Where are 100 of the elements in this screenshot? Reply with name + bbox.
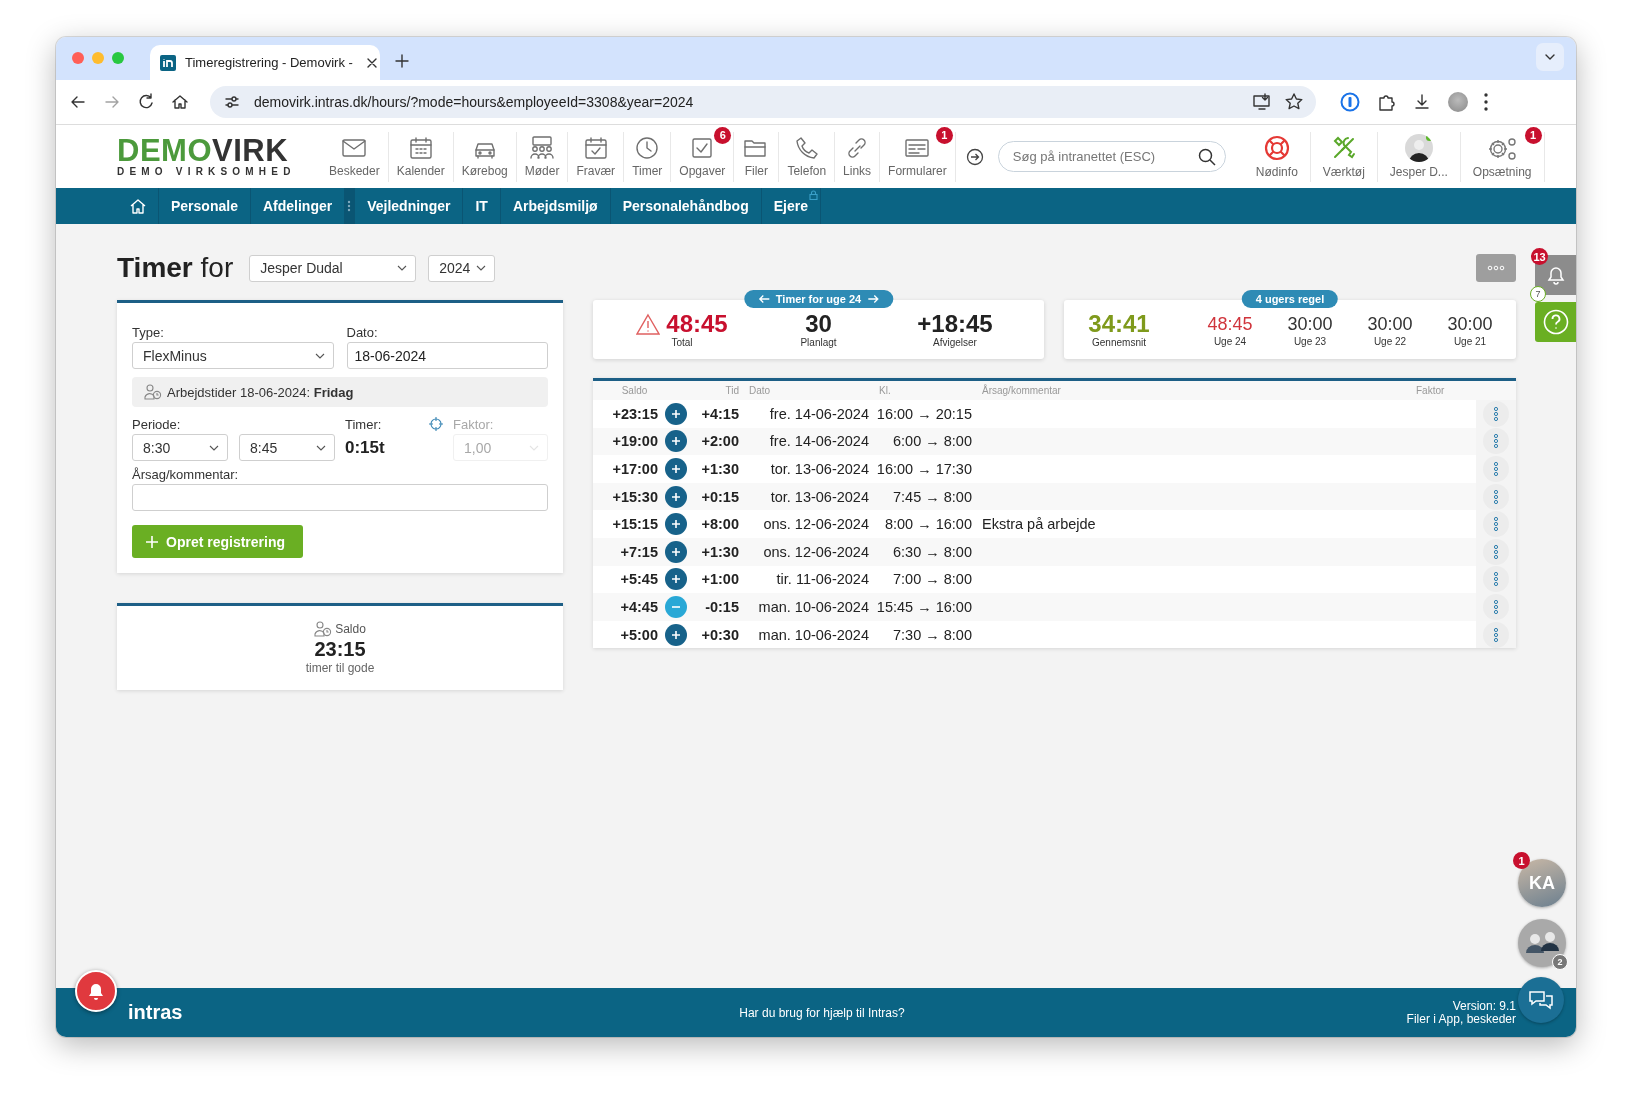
balance-cell-text: +5:45 bbox=[619, 571, 658, 588]
row-menu-button[interactable] bbox=[1483, 483, 1509, 510]
count-badge: 7 bbox=[1530, 286, 1546, 302]
plus-circle-button[interactable] bbox=[665, 458, 687, 480]
week-switcher[interactable]: Timer for uge 24 bbox=[743, 290, 894, 308]
app-shortcut[interactable]: Beskeder bbox=[321, 131, 389, 182]
date-field[interactable]: 18-06-2024 bbox=[346, 342, 548, 369]
comment-cell-text: Ekstra på arbejde bbox=[981, 516, 1097, 533]
row-menu-button[interactable] bbox=[1483, 593, 1509, 620]
app-shortcut[interactable]: Filer bbox=[734, 131, 780, 182]
app-shortcut[interactable]: Kørebog bbox=[453, 131, 517, 182]
plus-circle-button[interactable] bbox=[665, 430, 687, 453]
count-badge: 13 bbox=[1531, 248, 1548, 265]
plus-circle-button[interactable] bbox=[665, 513, 687, 536]
date-cell-text: fre. 14-06-2024 bbox=[768, 433, 869, 450]
puzzle-icon bbox=[1376, 92, 1396, 112]
help-link[interactable]: Har du brug for hjælp til Intras? bbox=[739, 1005, 905, 1020]
toolbar-item[interactable]: Værktøj bbox=[1310, 131, 1378, 182]
row-menu-button[interactable] bbox=[1483, 621, 1509, 648]
lifebuoy-icon bbox=[1262, 134, 1291, 162]
footer-logo: intras bbox=[128, 1001, 184, 1024]
balance-cell-text: +17:00 bbox=[611, 461, 658, 477]
balance-cell-text: +23:15 bbox=[611, 405, 658, 422]
app-shortcut[interactable]: Opgaver 6 bbox=[671, 131, 735, 182]
app-shortcut[interactable]: Links bbox=[835, 131, 881, 182]
row-menu-button[interactable] bbox=[1483, 456, 1509, 482]
employee-select[interactable]: Jesper Dudal bbox=[249, 254, 417, 282]
field-label: Dato: bbox=[346, 325, 379, 341]
stat-label: Planlagt bbox=[800, 337, 837, 348]
new-tab-button[interactable] bbox=[392, 51, 412, 71]
time-cell-text: +1:00 bbox=[700, 571, 739, 588]
chevron-down-icon bbox=[476, 265, 487, 271]
week-hours: 30:00 bbox=[1447, 313, 1493, 336]
nav-link[interactable]: Personalehåndbog bbox=[610, 188, 762, 224]
row-menu-button[interactable] bbox=[1483, 511, 1509, 538]
clock-cell-text: 6:30 → 8:00 bbox=[892, 543, 972, 560]
nav-link[interactable]: Afdelinger bbox=[250, 188, 356, 224]
row-menu-button[interactable] bbox=[1483, 428, 1509, 455]
group-avatar[interactable] bbox=[1518, 919, 1566, 967]
stat-label: Uge 23 bbox=[1293, 336, 1327, 347]
time-cell-text: +8:00 bbox=[700, 516, 739, 533]
clock-cell-text: 7:00 → 8:00 bbox=[892, 571, 972, 588]
address-field[interactable]: demovirk.intras.dk/hours/?mode=hours&employeeId=3308&year=2024 bbox=[210, 86, 1316, 118]
app-shortcut[interactable]: Kalender bbox=[388, 131, 454, 182]
row-menu-button[interactable] bbox=[1483, 566, 1509, 593]
plus-circle-button[interactable] bbox=[665, 485, 687, 508]
time-cell-text: +0:30 bbox=[700, 626, 739, 643]
help-button[interactable] bbox=[1535, 302, 1576, 342]
stat-value: 48:45 bbox=[666, 311, 728, 337]
dots-icon bbox=[1487, 265, 1505, 271]
app-shortcut[interactable]: Telefon bbox=[779, 131, 836, 182]
comment-field[interactable] bbox=[132, 484, 548, 511]
balance-cell-text: +15:15 bbox=[611, 516, 658, 533]
row-menu-button[interactable] bbox=[1483, 400, 1509, 427]
toolbar-item[interactable]: Jesper D... bbox=[1377, 131, 1461, 182]
count-badge: 2 bbox=[1552, 954, 1568, 970]
app-shortcut[interactable]: Fravær bbox=[568, 131, 625, 182]
type-select[interactable]: FlexMinus bbox=[132, 342, 334, 369]
chevron-down-icon bbox=[314, 352, 325, 359]
nav-link[interactable]: IT bbox=[463, 188, 501, 224]
year-select[interactable]: 2024 bbox=[428, 254, 496, 282]
app-shortcut[interactable]: Møder bbox=[516, 131, 569, 182]
hours-value: 0:15t bbox=[345, 437, 386, 459]
search-icon bbox=[1196, 147, 1217, 167]
profile-avatar[interactable] bbox=[1448, 92, 1468, 112]
home-button[interactable] bbox=[170, 92, 190, 112]
column-header: Saldo bbox=[620, 385, 649, 396]
toolbar-item[interactable]: Opsætning 1 bbox=[1460, 131, 1545, 182]
plus-circle-button[interactable] bbox=[665, 540, 687, 563]
date-cell-text: tor. 13-06-2024 bbox=[769, 488, 869, 505]
search-field[interactable]: Søg på intranettet (ESC) bbox=[997, 141, 1226, 172]
nav-link[interactable]: Ejere bbox=[761, 188, 821, 224]
plus-circle-button[interactable] bbox=[665, 568, 687, 591]
week-hours: 30:00 bbox=[1367, 313, 1413, 336]
alert-button[interactable] bbox=[75, 970, 117, 1012]
column-header: Årsag/kommentar bbox=[981, 385, 1062, 396]
app-shortcut[interactable]: Timer bbox=[624, 131, 672, 182]
plus-circle-button[interactable] bbox=[665, 402, 687, 425]
dots-icon bbox=[1493, 626, 1499, 643]
field-label: Faktor: bbox=[453, 417, 495, 433]
tab-list-button[interactable] bbox=[1536, 43, 1564, 71]
plus-circle-button[interactable] bbox=[665, 623, 687, 646]
person-clock-icon bbox=[144, 384, 162, 400]
chat-button[interactable] bbox=[1518, 977, 1564, 1023]
notifications-button[interactable] bbox=[1535, 255, 1576, 295]
stat-label: Gennemsnit bbox=[1092, 337, 1146, 348]
time-select[interactable]: 8:30 bbox=[132, 434, 228, 461]
more-apps-button[interactable] bbox=[965, 147, 984, 166]
page-title: Timer for bbox=[117, 252, 234, 284]
row-menu-button[interactable] bbox=[1483, 538, 1509, 565]
toolbar-item[interactable]: Nødinfo bbox=[1243, 131, 1311, 182]
time-select[interactable]: 8:45 bbox=[239, 434, 335, 461]
clock-cell-text: 7:30 → 8:00 bbox=[892, 626, 972, 643]
date-cell-text: ons. 12-06-2024 bbox=[762, 543, 869, 560]
app-shortcut[interactable]: Formularer 1 bbox=[880, 131, 956, 182]
password-manager-icon bbox=[1340, 92, 1360, 112]
browser-tab[interactable]: Timeregistrering - Demovirk - bbox=[150, 45, 380, 80]
nav-link[interactable]: Arbejdsmiljø bbox=[500, 188, 611, 224]
nav-link[interactable]: Personale bbox=[159, 188, 251, 224]
nav-link[interactable]: Vejledninger bbox=[355, 188, 464, 224]
